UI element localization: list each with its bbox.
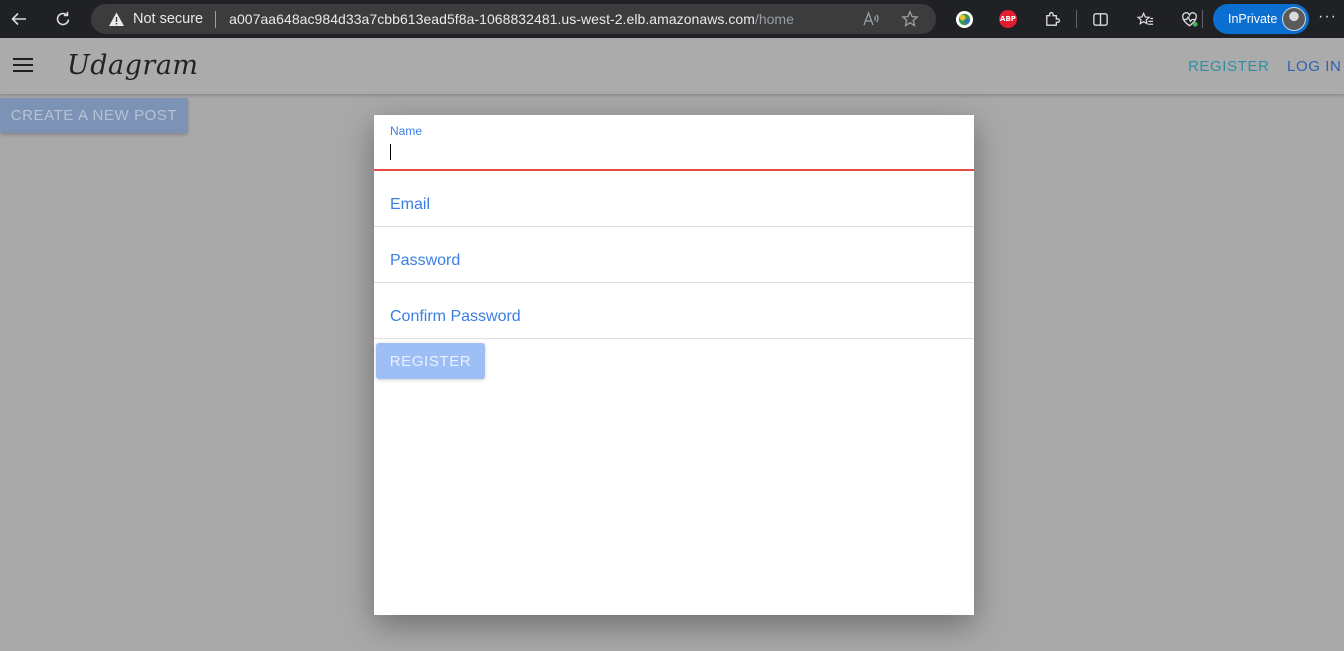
toolbar-separator xyxy=(1076,10,1077,28)
security-label[interactable]: Not secure xyxy=(133,11,203,27)
browser-toolbar: Not secure a007aa648ac984d33a7cbb613ead5… xyxy=(0,0,1344,38)
address-bar[interactable]: Not secure a007aa648ac984d33a7cbb613ead5… xyxy=(91,4,936,34)
create-new-post-button[interactable]: CREATE A NEW POST xyxy=(0,98,188,133)
read-aloud-icon[interactable] xyxy=(862,10,880,28)
password-placeholder: Password xyxy=(390,252,461,269)
split-screen-icon[interactable] xyxy=(1088,7,1112,31)
more-options-icon[interactable]: ··· xyxy=(1318,8,1337,26)
browser-essentials-icon[interactable] xyxy=(1177,7,1201,31)
name-label: Name xyxy=(390,124,423,138)
toolbar-separator xyxy=(1202,10,1203,28)
extension-globe-icon[interactable] xyxy=(952,7,976,31)
nav-register-link[interactable]: REGISTER xyxy=(1188,58,1269,75)
address-separator xyxy=(215,10,217,28)
password-field[interactable]: Password xyxy=(374,227,974,283)
confirm-password-field[interactable]: Confirm Password xyxy=(374,283,974,339)
nav-login-link[interactable]: LOG IN xyxy=(1287,58,1341,75)
app-toolbar: Udagram REGISTER LOG IN xyxy=(0,38,1344,94)
favorites-icon[interactable] xyxy=(1133,7,1157,31)
hamburger-menu-icon[interactable] xyxy=(13,58,33,72)
favorite-star-icon[interactable] xyxy=(901,10,919,28)
name-field[interactable]: Name xyxy=(374,115,974,171)
url-host: a007aa648ac984d33a7cbb613ead5f8a-1068832… xyxy=(229,11,755,27)
register-modal: Name Email Password Confirm Password REG… xyxy=(374,115,974,615)
text-caret xyxy=(390,144,391,160)
warning-icon[interactable] xyxy=(108,11,125,28)
confirm-password-placeholder: Confirm Password xyxy=(390,308,521,325)
extensions-puzzle-icon[interactable] xyxy=(1040,7,1064,31)
email-field[interactable]: Email xyxy=(374,171,974,227)
brand-logo[interactable]: Udagram xyxy=(67,50,199,81)
email-placeholder: Email xyxy=(390,196,431,213)
avatar xyxy=(1282,7,1306,31)
inprivate-profile-button[interactable]: InPrivate xyxy=(1213,4,1309,34)
adblock-plus-label: ABP xyxy=(999,10,1017,28)
inprivate-label: InPrivate xyxy=(1228,12,1278,26)
back-icon[interactable] xyxy=(0,0,38,38)
register-submit-button[interactable]: REGISTER xyxy=(376,343,485,379)
refresh-icon[interactable] xyxy=(44,0,82,38)
url-path: /home xyxy=(754,11,794,27)
adblock-plus-icon[interactable]: ABP xyxy=(996,7,1020,31)
